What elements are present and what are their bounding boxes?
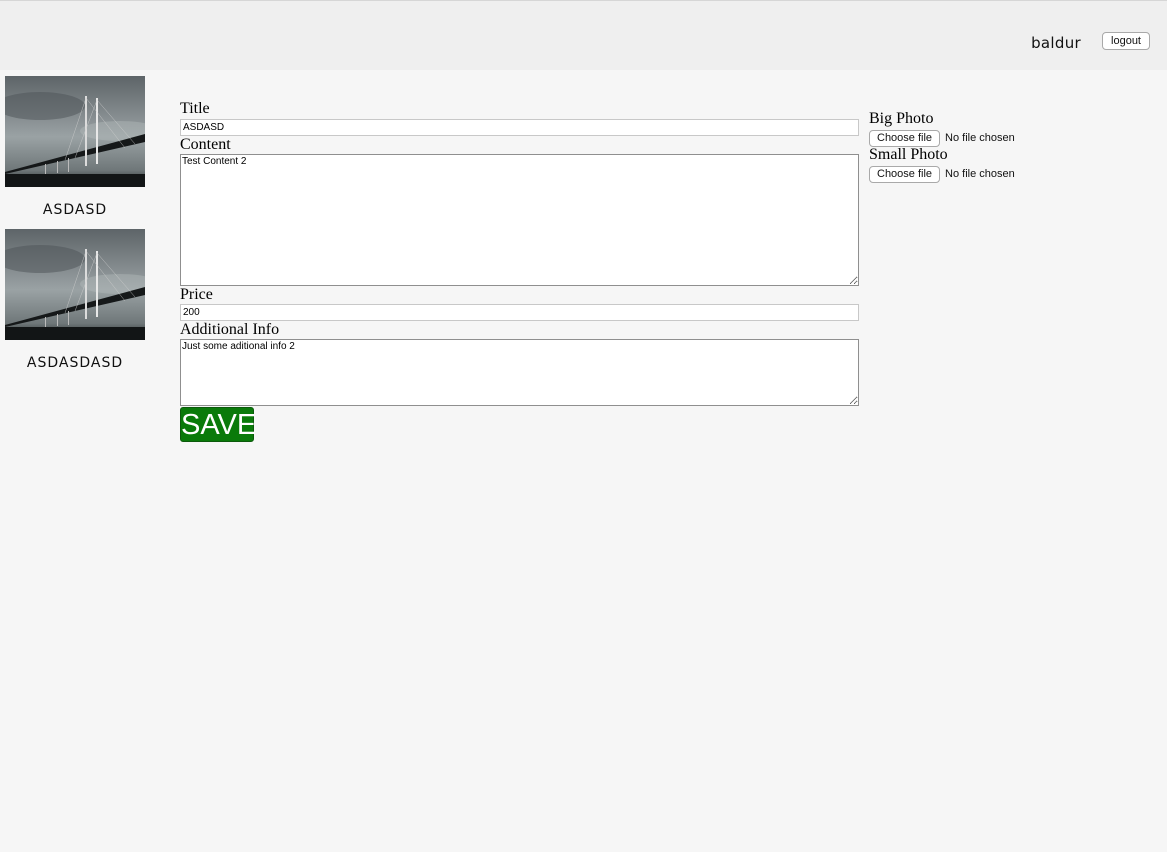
title-input[interactable]	[180, 119, 859, 136]
content-label: Content	[180, 136, 231, 153]
content-textarea[interactable]: Test Content 2	[180, 154, 859, 286]
big-photo-status: No file chosen	[945, 132, 1015, 144]
save-button[interactable]: SAVE	[180, 407, 256, 442]
additional-info-label: Additional Info	[180, 321, 280, 338]
small-photo-file-input[interactable]: Choose file No file chosen	[869, 165, 1015, 183]
username: baldur	[1031, 34, 1081, 52]
title-label: Title	[180, 100, 210, 117]
price-label: Price	[180, 286, 213, 303]
list-item[interactable]: ASDASD	[5, 76, 145, 229]
item-thumbnail[interactable]	[5, 76, 145, 187]
list-item[interactable]: ASDASDASD	[5, 229, 145, 382]
big-photo-file-input[interactable]: Choose file No file chosen	[869, 129, 1015, 147]
logout-button[interactable]: logout	[1102, 32, 1150, 50]
big-photo-label: Big Photo	[869, 110, 934, 127]
small-photo-label: Small Photo	[869, 146, 948, 163]
top-bar: baldur logout	[0, 0, 1167, 70]
price-input[interactable]	[180, 304, 859, 321]
item-title[interactable]: ASDASDASD	[5, 355, 145, 371]
item-list: ASDASD ASDASDASD	[5, 76, 145, 382]
item-title[interactable]: ASDASD	[5, 202, 145, 218]
big-photo-choose-button[interactable]: Choose file	[869, 129, 941, 147]
additional-info-textarea[interactable]: Just some aditional info 2	[180, 339, 859, 406]
item-thumbnail[interactable]	[5, 229, 145, 340]
small-photo-status: No file chosen	[945, 168, 1015, 180]
small-photo-choose-button[interactable]: Choose file	[869, 165, 941, 183]
